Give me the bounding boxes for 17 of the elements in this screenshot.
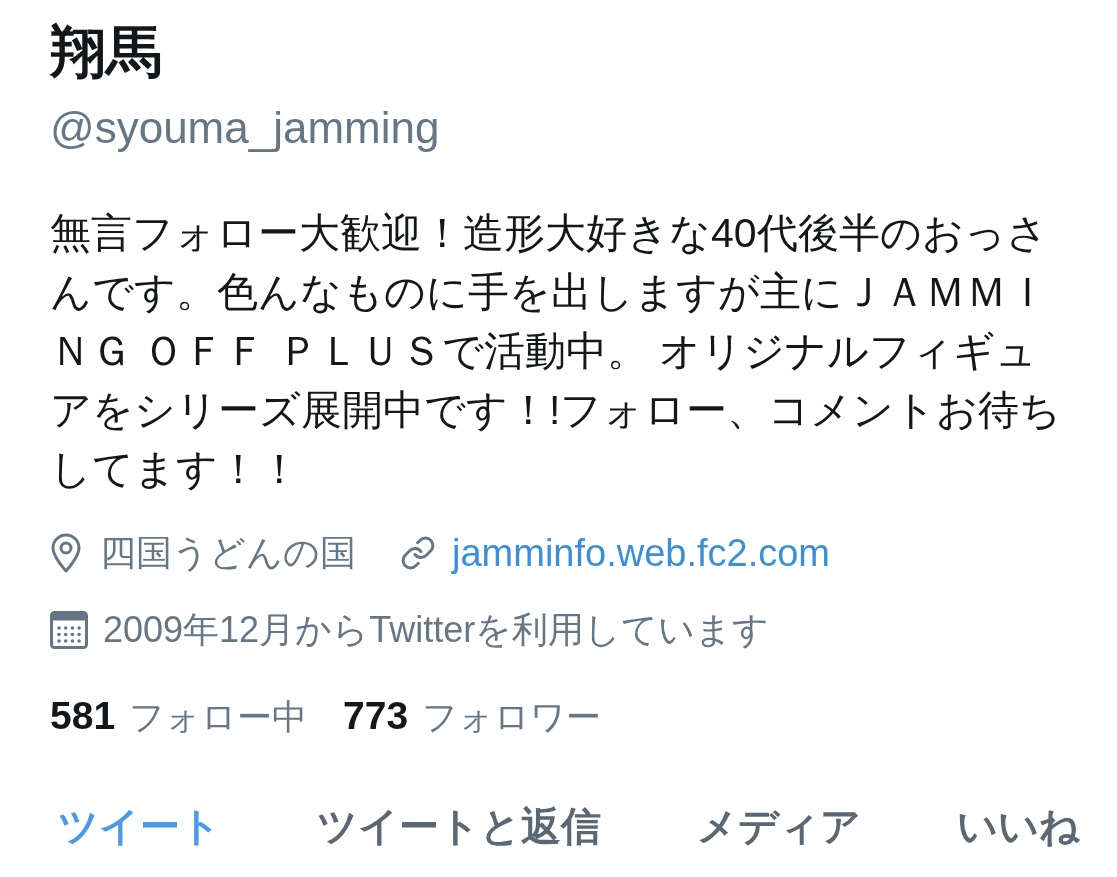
profile-tab[interactable]: いいね [957, 802, 1080, 850]
profile-tab[interactable]: メディア [697, 802, 861, 850]
profile-tab[interactable]: ツイート [58, 802, 221, 850]
joined-date-text: 2009年12月からTwitterを利用しています [103, 608, 770, 652]
website-link[interactable]: jamminfo.web.fc2.com [452, 531, 830, 575]
location-pin-icon [50, 533, 82, 573]
link-icon [400, 535, 436, 571]
stat-count[interactable]: 581 [50, 693, 116, 738]
profile-name: 翔馬 [50, 22, 162, 82]
profile-tab[interactable]: ツイートと返信 [317, 802, 601, 850]
calendar-icon [50, 611, 88, 649]
profile-handle: @syouma_jamming [50, 102, 440, 154]
location-text: 四国うどんの国 [100, 531, 356, 575]
stat-label[interactable]: フォロー中 [129, 694, 308, 739]
stat-count[interactable]: 773 [343, 693, 409, 738]
stat-label[interactable]: フォロワー [422, 694, 602, 739]
profile-bio: 無言フォロー大歓迎！造形大好きな40代後半のおっさんです。色んなものに手を出しますが主にＪＡＭＭＩＮＧ ＯＦＦ ＰＬＵＳで活動中。 オリジナルフィギュアをシリーズ展開中です！!フォロー、コメントお待ちしてます！！ [50, 209, 1063, 494]
